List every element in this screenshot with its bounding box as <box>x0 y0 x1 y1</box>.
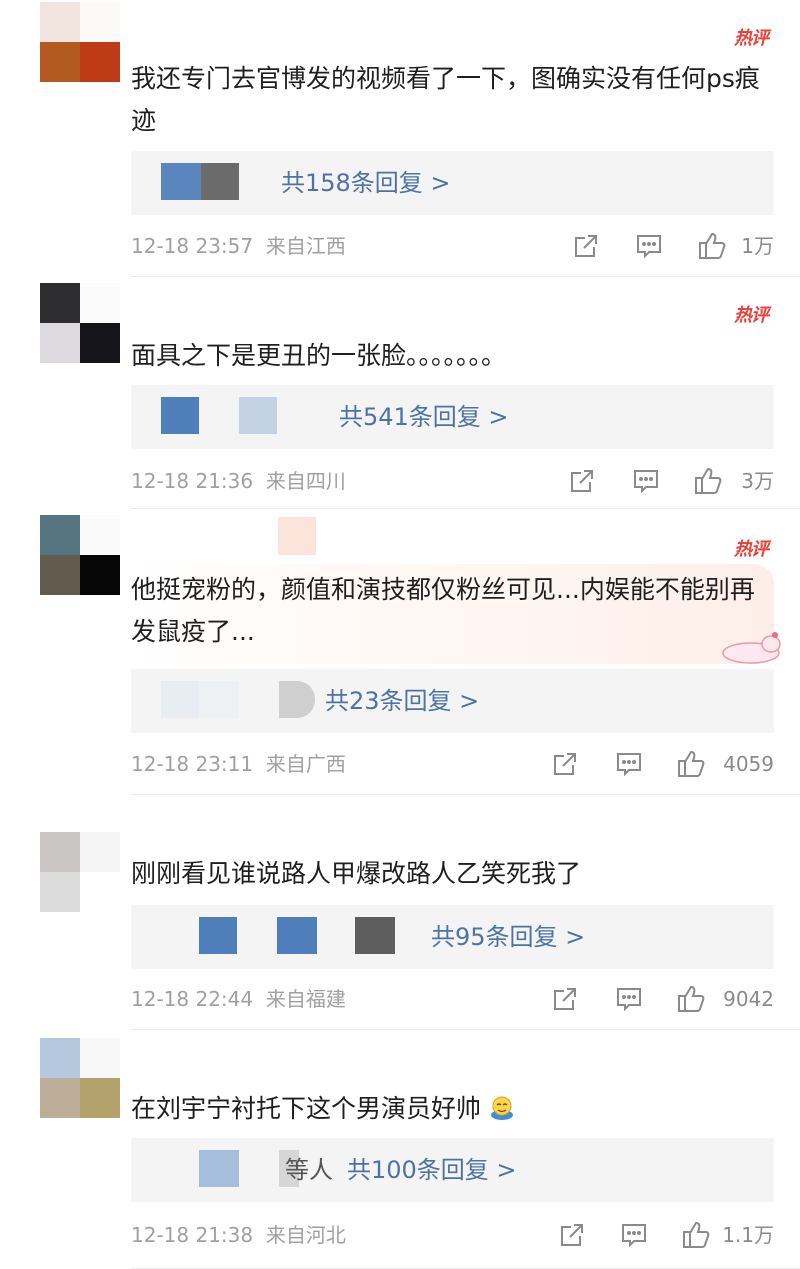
comment-text: 他挺宠粉的，颜值和演技都仅粉丝可见...内娱能不能别再发鼠疫了... <box>131 575 755 646</box>
share-icon[interactable] <box>551 985 579 1013</box>
comment-time-location: 12-18 21:38 来自河北 <box>131 1215 346 1255</box>
hot-comment-badge: 热评 <box>734 539 769 560</box>
replies-count-link[interactable]: 共158条回复 > <box>281 151 451 215</box>
reply-avatar-blur <box>199 917 237 954</box>
replies-preview[interactable]: 共23条回复 > <box>131 669 774 733</box>
replies-count-label: 共23条回复 > <box>325 687 480 715</box>
comment-location: 来自四川 <box>265 469 346 493</box>
comment-icon[interactable] <box>615 985 643 1013</box>
reply-avatar-blur <box>161 397 199 434</box>
comment-location: 来自福建 <box>265 987 346 1011</box>
comment-time: 12-18 22:44 <box>131 987 254 1011</box>
comment-icon[interactable] <box>620 1221 648 1249</box>
like-count: 9042 <box>723 987 774 1011</box>
comment-icon[interactable] <box>632 467 660 495</box>
comment-icon[interactable] <box>615 750 643 778</box>
comment-location: 来自广西 <box>265 752 346 776</box>
comment-item: 热评 我还专门去官博发的视频看了一下，图确实没有任何ps痕迹 共158条回复 >… <box>0 0 800 277</box>
comment-time-location: 12-18 22:44 来自福建 <box>131 979 346 1019</box>
comment-text: 我还专门去官博发的视频看了一下，图确实没有任何ps痕迹 <box>131 64 760 135</box>
avatar[interactable] <box>40 515 120 595</box>
share-icon[interactable] <box>572 232 600 260</box>
replies-count-link[interactable]: 共23条回复 > <box>325 669 479 733</box>
blurred-decoration <box>278 517 316 555</box>
comment-item: 热评 面具之下是更丑的一张脸。。。。。。。 共541条回复 > 12-18 21… <box>0 277 800 509</box>
comment-time-location: 12-18 23:57 来自江西 <box>131 226 346 266</box>
emoji-icon <box>489 1095 515 1121</box>
replies-count-label: 共95条回复 > <box>431 923 586 951</box>
avatar[interactable] <box>40 832 120 912</box>
replies-count-label: 共541条回复 > <box>339 403 509 431</box>
comment-meta: 12-18 22:44 来自福建 9042 <box>131 979 774 1019</box>
replies-preview[interactable]: 共95条回复 > <box>131 905 774 969</box>
thumbs-up-icon[interactable] <box>681 1219 711 1249</box>
reply-avatar-blur <box>239 397 277 434</box>
comment-text: 在刘宇宁衬托下这个男演员好帅 <box>131 1088 761 1130</box>
hot-comment-badge: 热评 <box>734 305 769 326</box>
replies-preview[interactable]: 共541条回复 > <box>131 385 774 449</box>
reply-avatar-blur <box>201 163 239 200</box>
comment-time-location: 12-18 23:11 来自广西 <box>131 744 346 784</box>
comment-meta: 12-18 23:57 来自江西 1万 <box>131 226 774 266</box>
replies-preview[interactable]: 等人 共100条回复 > <box>131 1138 774 1202</box>
reply-avatar-blur <box>277 917 317 954</box>
reply-avatar-blur <box>199 681 239 718</box>
replies-count-label: 共158条回复 > <box>281 169 451 197</box>
comment-text: 面具之下是更丑的一张脸。。。。。。。 <box>131 341 507 370</box>
comment-icon[interactable] <box>635 232 663 260</box>
like-count: 4059 <box>723 752 774 776</box>
reply-avatar-blur <box>199 1150 239 1187</box>
thumbs-up-icon[interactable] <box>676 983 706 1013</box>
comment-meta: 12-18 21:36 来自四川 3万 <box>131 461 774 501</box>
comment-time: 12-18 21:38 <box>131 1223 254 1247</box>
reply-avatar-blur <box>279 681 315 718</box>
reply-avatar-blur <box>355 917 395 954</box>
share-icon[interactable] <box>551 750 579 778</box>
comment-location: 来自江西 <box>265 234 346 258</box>
comment-time: 12-18 21:36 <box>131 469 254 493</box>
thumbs-up-icon[interactable] <box>676 748 706 778</box>
thumbs-up-icon[interactable] <box>697 230 727 260</box>
comment-item: 热评 他挺宠粉的，颜值和演技都仅粉丝可见...内娱能不能别再发鼠疫了... 共2… <box>0 509 800 795</box>
replies-count-label: 共100条回复 > <box>347 1156 517 1184</box>
like-count: 1.1万 <box>722 1223 774 1247</box>
replies-count-link[interactable]: 共95条回复 > <box>431 905 585 969</box>
thumbs-up-icon[interactable] <box>693 465 723 495</box>
comment-item: 刚刚看见谁说路人甲爆改路人乙笑死我了 共95条回复 > 12-18 22:44 … <box>0 795 800 1030</box>
reply-avatar-blur <box>161 681 199 718</box>
share-icon[interactable] <box>558 1221 586 1249</box>
comment-text-content: 在刘宇宁衬托下这个男演员好帅 <box>131 1094 482 1123</box>
cat-sticker-icon <box>713 629 783 665</box>
avatar[interactable] <box>40 2 120 82</box>
comment-location: 来自河北 <box>265 1223 346 1247</box>
avatar[interactable] <box>40 283 120 363</box>
comment-meta: 12-18 21:38 来自河北 1.1万 <box>131 1215 774 1255</box>
replies-prefix: 等人 <box>285 1156 333 1184</box>
like-count: 3万 <box>741 469 774 493</box>
replies-count-link[interactable]: 共541条回复 > <box>339 385 509 449</box>
comment-item: 在刘宇宁衬托下这个男演员好帅 等人 共100条回复 > 12-18 21:38 来… <box>0 1030 800 1269</box>
avatar[interactable] <box>40 1038 120 1118</box>
replies-preview[interactable]: 共158条回复 > <box>131 151 774 215</box>
comment-text: 刚刚看见谁说路人甲爆改路人乙笑死我了 <box>131 859 582 888</box>
comment-time-location: 12-18 21:36 来自四川 <box>131 461 346 501</box>
like-count: 1万 <box>741 234 774 258</box>
reply-avatar-blur <box>161 163 201 200</box>
comment-time: 12-18 23:11 <box>131 752 254 776</box>
share-icon[interactable] <box>568 467 596 495</box>
comment-meta: 12-18 23:11 来自广西 4059 <box>131 744 774 784</box>
comment-time: 12-18 23:57 <box>131 234 254 258</box>
replies-count-link[interactable]: 等人 共100条回复 > <box>285 1138 517 1202</box>
hot-comment-badge: 热评 <box>734 28 769 49</box>
